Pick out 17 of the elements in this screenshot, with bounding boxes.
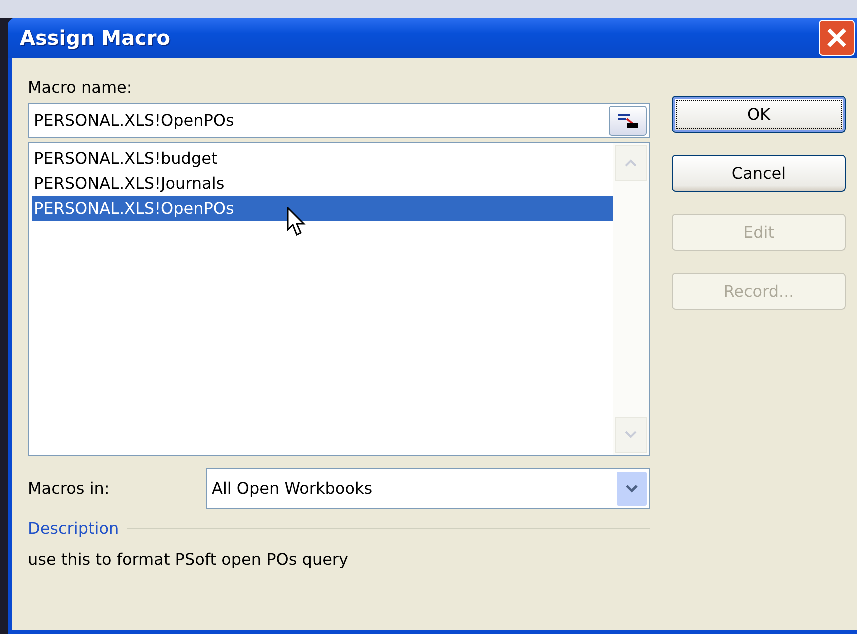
list-item[interactable]: PERSONAL.XLS!Journals: [32, 171, 613, 196]
description-text: use this to format PSoft open POs query: [28, 550, 350, 569]
close-icon: [826, 27, 848, 49]
field-label: Macros in:: [28, 479, 111, 498]
collapse-dialog-icon: [617, 112, 639, 128]
collapse-button[interactable]: [609, 106, 647, 136]
macro-name-field[interactable]: PERSONAL.XLS!OpenPOs: [28, 103, 650, 138]
section-heading: Description: [28, 519, 120, 538]
window-title: Assign Macro: [20, 26, 171, 50]
close-button[interactable]: [819, 20, 855, 56]
list-item[interactable]: PERSONAL.XLS!budget: [32, 146, 613, 171]
dialog-button[interactable]: Cancel: [672, 155, 846, 192]
list-item[interactable]: PERSONAL.XLS!OpenPOs: [32, 196, 613, 221]
field-label: Macro name:: [28, 78, 134, 97]
mouse-pointer-icon: [287, 207, 307, 237]
dialog-button[interactable]: OK: [672, 96, 846, 133]
macros-in-dropdown[interactable]: All Open Workbooks: [206, 468, 650, 509]
